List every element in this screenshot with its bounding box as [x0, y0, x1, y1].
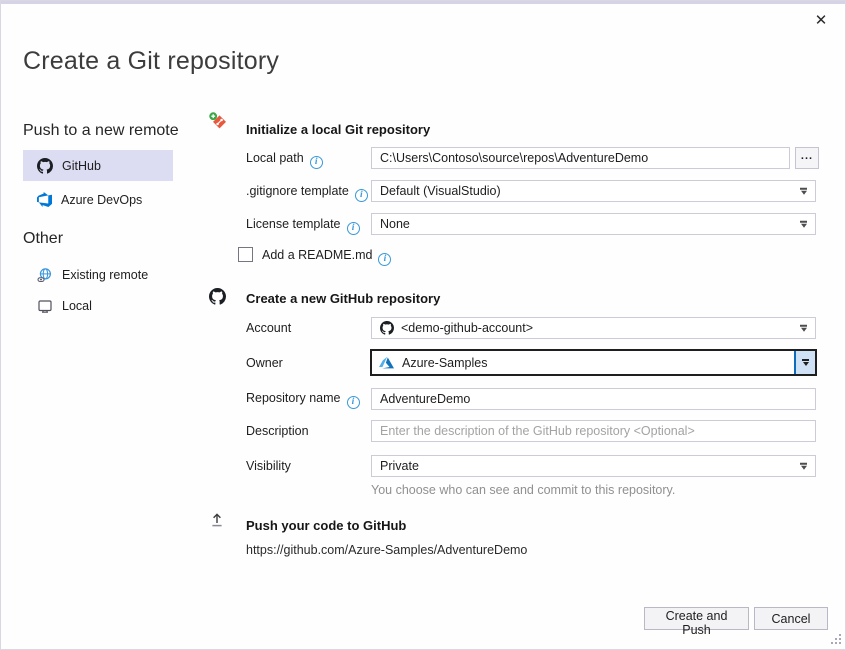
dialog-title: Create a Git repository: [23, 47, 279, 76]
upload-icon: [209, 512, 225, 533]
sidebar-item-github[interactable]: GitHub: [23, 150, 173, 181]
gitignore-template-value: Default (VisualStudio): [380, 184, 501, 198]
owner-dropdown[interactable]: Azure-Samples: [370, 349, 817, 376]
license-template-dropdown[interactable]: None: [371, 213, 816, 235]
create-git-repo-dialog: ✕ Create a Git repository Push to a new …: [0, 0, 846, 650]
repository-name-label: Repository namei: [246, 391, 360, 409]
chevron-down-icon: [800, 463, 807, 470]
github-section-icon: [209, 288, 226, 310]
globe-remote-icon: [37, 267, 53, 283]
repository-url: https://github.com/Azure-Samples/Adventu…: [246, 543, 527, 557]
info-icon[interactable]: i: [347, 222, 360, 235]
azure-devops-icon: [37, 192, 52, 207]
sidebar-item-label: Existing remote: [62, 268, 148, 282]
computer-icon: [37, 298, 53, 314]
local-path-input[interactable]: [371, 147, 790, 169]
section-heading-init-local: Initialize a local Git repository: [246, 122, 430, 137]
license-template-value: None: [380, 217, 410, 231]
close-icon[interactable]: ✕: [810, 10, 832, 32]
gitignore-template-dropdown[interactable]: Default (VisualStudio): [371, 180, 816, 202]
github-icon: [380, 321, 394, 335]
resize-grip[interactable]: [830, 634, 841, 645]
chevron-down-icon: [800, 188, 807, 195]
window-top-border: [1, 1, 845, 4]
visibility-help-text: You choose who can see and commit to thi…: [371, 483, 675, 497]
account-dropdown[interactable]: <demo-github-account>: [371, 317, 816, 339]
description-label: Description: [246, 424, 309, 438]
sidebar-item-label: Azure DevOps: [61, 193, 142, 207]
section-heading-create-github: Create a new GitHub repository: [246, 291, 440, 306]
sidebar-item-existing-remote[interactable]: Existing remote: [23, 260, 173, 289]
readme-checkbox[interactable]: [238, 247, 253, 262]
section-heading-push-code: Push your code to GitHub: [246, 518, 406, 533]
readme-label: Add a README.mdi: [262, 248, 391, 266]
owner-value: Azure-Samples: [402, 356, 487, 370]
chevron-down-icon: [800, 221, 807, 228]
sidebar-heading-other: Other: [23, 230, 63, 248]
repository-name-input[interactable]: [371, 388, 816, 410]
account-value: <demo-github-account>: [401, 321, 533, 335]
github-icon: [37, 158, 53, 174]
visibility-value: Private: [380, 459, 419, 473]
info-icon[interactable]: i: [347, 396, 360, 409]
sidebar-item-local[interactable]: Local: [23, 291, 173, 320]
sidebar-item-azure-devops[interactable]: Azure DevOps: [23, 184, 173, 215]
gitignore-template-label: .gitignore templatei: [246, 184, 368, 202]
description-input[interactable]: [371, 420, 816, 442]
license-template-label: License templatei: [246, 217, 360, 235]
info-icon[interactable]: i: [378, 253, 391, 266]
azure-icon: [379, 355, 394, 370]
local-path-label: Local pathi: [246, 151, 323, 169]
visibility-dropdown[interactable]: Private: [371, 455, 816, 477]
sidebar-item-label: GitHub: [62, 159, 101, 173]
browse-button[interactable]: ...: [795, 147, 819, 169]
account-label: Account: [246, 321, 291, 335]
cancel-button[interactable]: Cancel: [754, 607, 828, 630]
create-and-push-button[interactable]: Create and Push: [644, 607, 749, 630]
sidebar-heading-push-remote: Push to a new remote: [23, 122, 179, 140]
owner-label: Owner: [246, 356, 283, 370]
visibility-label: Visibility: [246, 459, 291, 473]
chevron-down-icon: [800, 325, 807, 332]
info-icon[interactable]: i: [310, 156, 323, 169]
sidebar-item-label: Local: [62, 299, 92, 313]
git-init-icon: [209, 112, 228, 136]
info-icon[interactable]: i: [355, 189, 368, 202]
owner-dropdown-button[interactable]: [794, 351, 815, 374]
